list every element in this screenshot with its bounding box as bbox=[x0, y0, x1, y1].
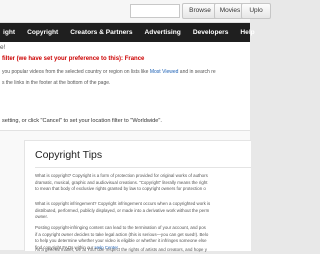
tips-paragraph-infringement: What is copyright infringement? Copyrigh… bbox=[35, 201, 210, 221]
paragraph-line: Posting copyright-infringing content can… bbox=[35, 225, 206, 230]
paragraph-line: to help you determine whether your video… bbox=[35, 238, 207, 244]
browse-button[interactable]: Browse bbox=[182, 3, 218, 19]
paragraph-line: owner. bbox=[35, 214, 48, 220]
search-input[interactable] bbox=[130, 4, 180, 18]
divider bbox=[35, 167, 251, 168]
filter-value: France bbox=[123, 56, 145, 62]
paragraph-line: if a copyright owner decides to take leg… bbox=[35, 231, 209, 237]
nav-item-advertising[interactable]: Advertising bbox=[139, 29, 187, 36]
location-filter-notice: e! filter (we have set your preference t… bbox=[0, 42, 250, 131]
paragraph-line: dramatic, musical, graphic and audiovisu… bbox=[35, 179, 208, 185]
notice-footer-line: s the links in the footer at the bottom … bbox=[2, 80, 111, 86]
notice-heading-fragment: e! bbox=[0, 44, 6, 51]
upload-button[interactable]: Uplo bbox=[241, 3, 271, 19]
filter-label: filter (we have set your preference to t… bbox=[2, 56, 124, 62]
main-nav: ight Copyright Creators & Partners Adver… bbox=[0, 23, 255, 42]
nav-item-creators-partners[interactable]: Creators & Partners bbox=[64, 29, 138, 36]
tips-paragraph-general: As a general matter, we at YouTube respe… bbox=[35, 247, 207, 252]
notice-filter-line: filter (we have set your preference to t… bbox=[2, 56, 144, 62]
paragraph-line: What is copyright infringement? Copyrigh… bbox=[35, 201, 211, 206]
nav-item-partial[interactable]: ight bbox=[0, 29, 21, 36]
paragraph-line: to mean that body of exclusive rights gr… bbox=[35, 186, 206, 192]
most-viewed-link[interactable]: Most Viewed bbox=[150, 69, 179, 75]
notice-description-line: you popular videos from the selected cou… bbox=[2, 69, 216, 75]
paragraph-line: distributed, performed, publicly display… bbox=[35, 207, 210, 213]
nav-item-developers[interactable]: Developers bbox=[187, 29, 235, 36]
notice-text: and in search re bbox=[178, 69, 216, 75]
page-content: e! filter (we have set your preference t… bbox=[0, 42, 251, 252]
nav-item-help[interactable]: Help bbox=[234, 29, 260, 36]
copyright-tips-panel: Copyright Tips What is copyright? Copyri… bbox=[24, 140, 251, 252]
notice-text: you popular videos from the selected cou… bbox=[2, 69, 150, 75]
page-title: Copyright Tips bbox=[35, 149, 103, 161]
top-bar: Browse Movies Uplo bbox=[0, 0, 271, 23]
tips-paragraph-what-is-copyright: What is copyright? Copyright is a form o… bbox=[35, 173, 208, 193]
paragraph-line: What is copyright? Copyright is a form o… bbox=[35, 173, 208, 178]
nav-item-copyright[interactable]: Copyright bbox=[21, 29, 64, 36]
notice-cancel-line: setting, or click "Cancel" to set your l… bbox=[2, 118, 162, 124]
